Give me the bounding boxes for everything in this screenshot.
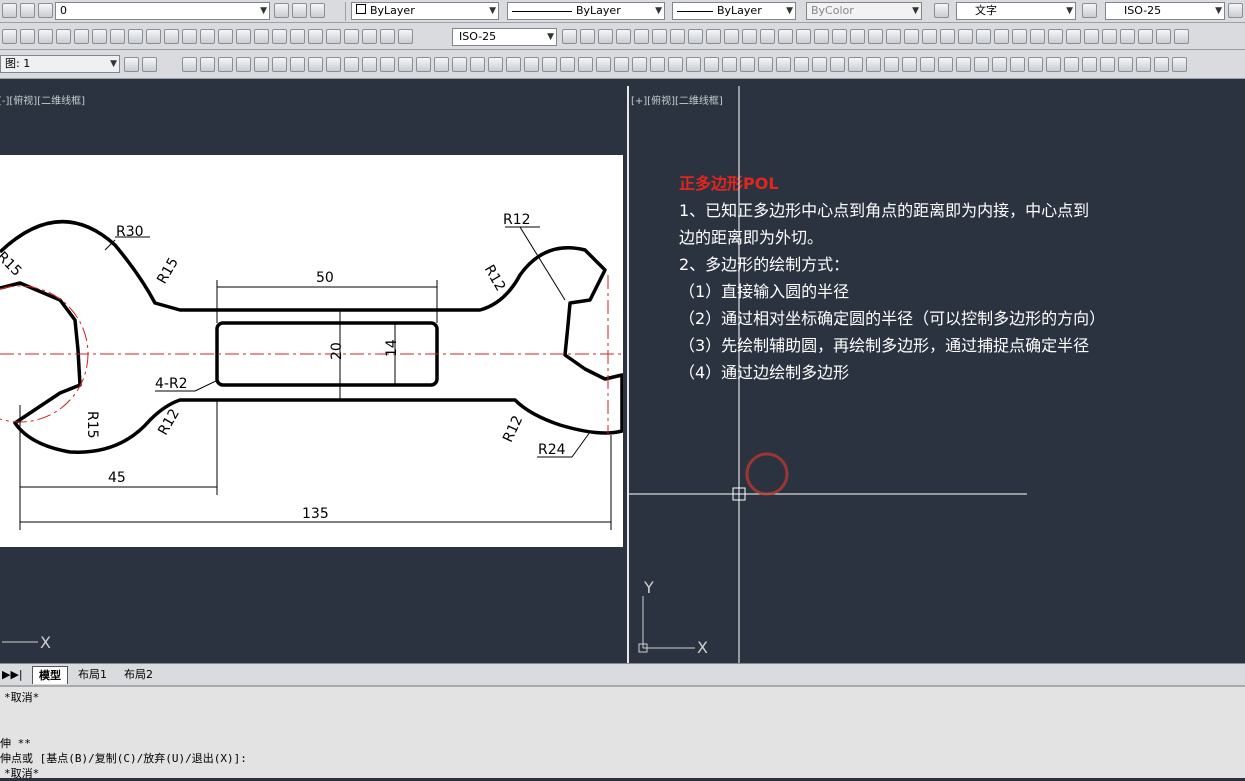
tab-model[interactable]: 模型 bbox=[32, 666, 68, 684]
dim-label: R30 bbox=[116, 224, 144, 240]
command-history-line: 伸点或 [基点(B)/复制(C)/放弃(U)/退出(X)]: bbox=[0, 752, 247, 765]
wrench-svg: R30 R15 R15 50 20 14 4-R2 R15 R12 45 135… bbox=[0, 212, 623, 530]
layer-dropdown[interactable]: 0 ▼ bbox=[55, 2, 270, 20]
chevron-down-icon: ▼ bbox=[655, 6, 662, 16]
dim-style-dropdown[interactable]: ISO-25 ▼ bbox=[1105, 2, 1225, 20]
ucs-y-label: Y bbox=[643, 578, 654, 597]
table-style-icon[interactable] bbox=[1228, 3, 1245, 19]
chevron-down-icon: ▼ bbox=[1215, 6, 1222, 16]
layer-name: 0 bbox=[60, 4, 67, 17]
dim-label: 20 bbox=[329, 342, 345, 360]
ucs-x-label: X bbox=[697, 638, 708, 656]
dim-label: 4-R2 bbox=[155, 376, 188, 392]
modeling-tools-icons[interactable] bbox=[182, 57, 1190, 73]
lineweight-value: ByLayer bbox=[717, 4, 762, 17]
properties-toolbar: 0 ▼ ByLayer ▼ ByLayer ▼ ByLayer ▼ ByColor ▼ 文… bbox=[0, 0, 1245, 23]
chevron-down-icon: ▼ bbox=[547, 32, 554, 42]
text-style-value: 文字 bbox=[975, 4, 997, 17]
plotstyle-dropdown[interactable]: ByColor ▼ bbox=[806, 2, 922, 20]
wrench-drawing: R30 R15 R15 50 20 14 4-R2 R15 R12 45 135… bbox=[0, 155, 623, 547]
ucs-icon-left: X bbox=[2, 633, 51, 652]
workspace-dropdown[interactable]: 图: 1 ▼ bbox=[0, 55, 120, 73]
dim-label: R15 bbox=[154, 255, 182, 287]
chevron-down-icon: ▼ bbox=[489, 6, 496, 16]
viewport-label[interactable]: [-][俯视][二维线框] bbox=[0, 92, 85, 107]
command-history-line: *取消* bbox=[4, 691, 40, 704]
leader bbox=[519, 226, 566, 301]
draw-modify-toolbar: ISO-25 ▼ bbox=[0, 23, 1245, 50]
separator bbox=[345, 2, 346, 21]
dim-label: R15 bbox=[84, 411, 100, 439]
tab-layout1[interactable]: 布局1 bbox=[72, 666, 113, 683]
viewport-right[interactable]: [+][俯视][二维线框] 正多边形POL 1、已知正多边形中心点到角点的距离即… bbox=[627, 86, 1245, 663]
draw-tools-icons[interactable] bbox=[2, 29, 416, 45]
plotstyle-value: ByColor bbox=[811, 4, 854, 17]
dim-label: R12 bbox=[481, 262, 509, 294]
modeling-toolbar: 图: 1 ▼ bbox=[0, 50, 1245, 79]
color-value: ByLayer bbox=[370, 4, 415, 17]
command-history-line: *取消* bbox=[4, 767, 40, 780]
dim-label: R12 bbox=[500, 413, 526, 445]
lineweight-dropdown[interactable]: ByLayer ▼ bbox=[672, 2, 796, 20]
dim-style-icon[interactable] bbox=[1082, 3, 1100, 19]
dim-label: 135 bbox=[302, 506, 329, 522]
linetype-value: ByLayer bbox=[576, 4, 621, 17]
dim-label: 50 bbox=[316, 270, 334, 286]
dim-style-value-2: ISO-25 bbox=[459, 30, 497, 43]
dim-label: R12 bbox=[503, 212, 531, 228]
dim-style-value: ISO-25 bbox=[1124, 4, 1162, 17]
tab-layout2[interactable]: 布局2 bbox=[118, 666, 159, 683]
workspace-value: 图: 1 bbox=[5, 57, 31, 70]
layer-tools-icons[interactable] bbox=[274, 3, 328, 19]
command-window[interactable]: *取消* 伸 ** 伸点或 [基点(B)/复制(C)/放弃(U)/退出(X)]:… bbox=[0, 685, 1245, 780]
tab-nav-arrows[interactable]: ▶▶| bbox=[0, 666, 25, 683]
dim-style-dropdown-2[interactable]: ISO-25 ▼ bbox=[452, 28, 557, 46]
text-style-icon[interactable] bbox=[934, 3, 952, 19]
dim-label: R24 bbox=[538, 442, 566, 458]
view-tools-icons[interactable] bbox=[124, 57, 160, 73]
chevron-down-icon: ▼ bbox=[912, 6, 919, 16]
chevron-down-icon: ▼ bbox=[1066, 6, 1073, 16]
color-swatch bbox=[356, 4, 366, 14]
snap-circle-icon bbox=[745, 452, 789, 496]
dim-label: 14 bbox=[384, 339, 400, 357]
lineweight-sample bbox=[677, 10, 713, 12]
layout-tabs: ▶▶| 模型 布局1 布局2 bbox=[0, 663, 1245, 685]
layer-state-icons[interactable] bbox=[2, 3, 56, 19]
chevron-down-icon: ▼ bbox=[110, 59, 117, 69]
dimension-tools-icons[interactable] bbox=[562, 29, 1192, 45]
dim-label: R15 bbox=[0, 249, 24, 280]
ucs-icon-right: Y X bbox=[638, 578, 708, 656]
chevron-down-icon: ▼ bbox=[786, 6, 793, 16]
command-history-line: 伸 ** bbox=[0, 737, 31, 750]
dim-label: 45 bbox=[108, 470, 126, 486]
viewport-left[interactable]: [-][俯视][二维线框] R30 R15 R15 50 20 14 4-R2 … bbox=[0, 86, 623, 663]
linetype-sample bbox=[512, 10, 572, 12]
color-dropdown[interactable]: ByLayer ▼ bbox=[351, 2, 499, 20]
text-style-dropdown[interactable]: 文字 ▼ bbox=[956, 2, 1076, 20]
leader bbox=[194, 379, 219, 392]
chevron-down-icon: ▼ bbox=[260, 6, 267, 16]
linetype-dropdown[interactable]: ByLayer ▼ bbox=[507, 2, 665, 20]
ucs-x-label: X bbox=[40, 633, 51, 652]
leader bbox=[571, 431, 591, 458]
